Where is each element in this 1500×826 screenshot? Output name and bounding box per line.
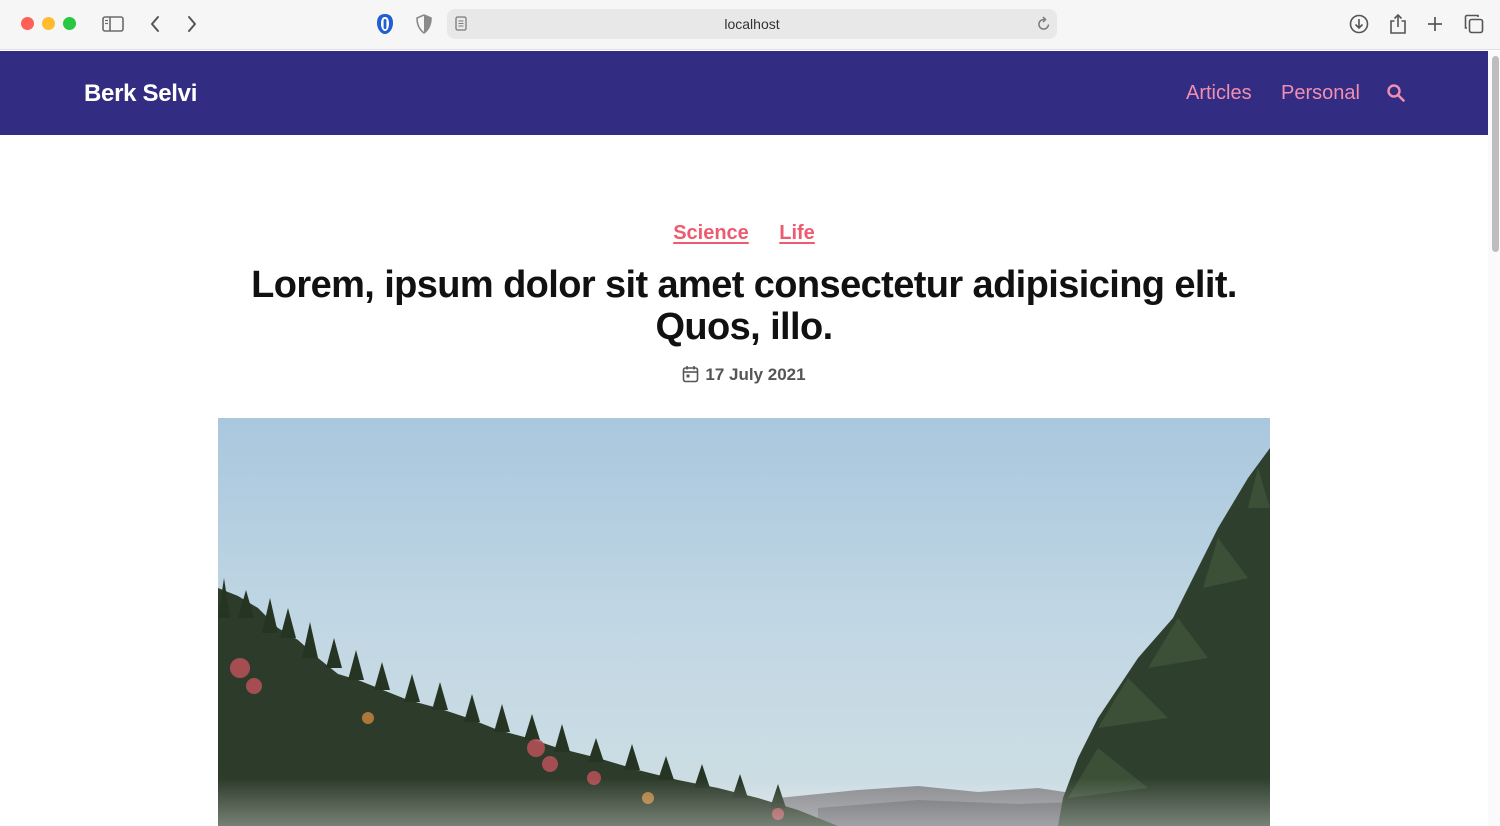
tag-link-life[interactable]: Life — [779, 222, 815, 245]
site-title-link[interactable]: Berk Selvi — [84, 80, 197, 108]
shield-button[interactable] — [409, 10, 439, 38]
site-header: Berk Selvi Articles Personal — [0, 51, 1488, 135]
reload-icon[interactable] — [1037, 16, 1051, 32]
nav-link-articles[interactable]: Articles — [1186, 82, 1252, 105]
tabs-overview-icon — [1464, 14, 1484, 34]
article-hero-image — [218, 418, 1270, 826]
privacy-extension-button[interactable] — [370, 10, 400, 38]
article-title: Lorem, ipsum dolor sit amet consectetur … — [251, 264, 1237, 348]
page-scrollbar-thumb[interactable] — [1492, 56, 1499, 252]
browser-toolbar: localhost — [0, 0, 1500, 50]
article-date-row: 17 July 2021 — [0, 365, 1488, 385]
close-window-button[interactable] — [21, 17, 34, 30]
back-icon — [151, 16, 159, 32]
new-tab-button[interactable] — [1420, 10, 1450, 38]
address-bar[interactable]: localhost — [447, 9, 1057, 39]
share-icon — [1390, 13, 1406, 34]
shield-icon — [416, 14, 432, 34]
back-button[interactable] — [140, 10, 170, 38]
share-button[interactable] — [1383, 10, 1413, 38]
download-icon — [1349, 14, 1369, 34]
tabs-overview-button[interactable] — [1459, 10, 1489, 38]
zoom-window-button[interactable] — [63, 17, 76, 30]
calendar-icon — [683, 366, 699, 383]
article-date: 17 July 2021 — [705, 365, 806, 384]
forward-icon — [188, 16, 196, 32]
forward-button[interactable] — [177, 10, 207, 38]
downloads-button[interactable] — [1344, 10, 1374, 38]
new-tab-icon — [1428, 17, 1442, 31]
sidebar-toggle-button[interactable] — [98, 10, 128, 38]
article-tags: Science Life — [0, 222, 1488, 245]
sidebar-icon — [102, 16, 124, 32]
nav-link-personal[interactable]: Personal — [1281, 82, 1360, 105]
minimize-window-button[interactable] — [42, 17, 55, 30]
forest-landscape-image — [218, 418, 1270, 826]
search-icon[interactable] — [1386, 83, 1406, 103]
tag-link-science[interactable]: Science — [673, 222, 749, 245]
privacy-icon — [377, 14, 393, 34]
url-text: localhost — [724, 16, 780, 32]
